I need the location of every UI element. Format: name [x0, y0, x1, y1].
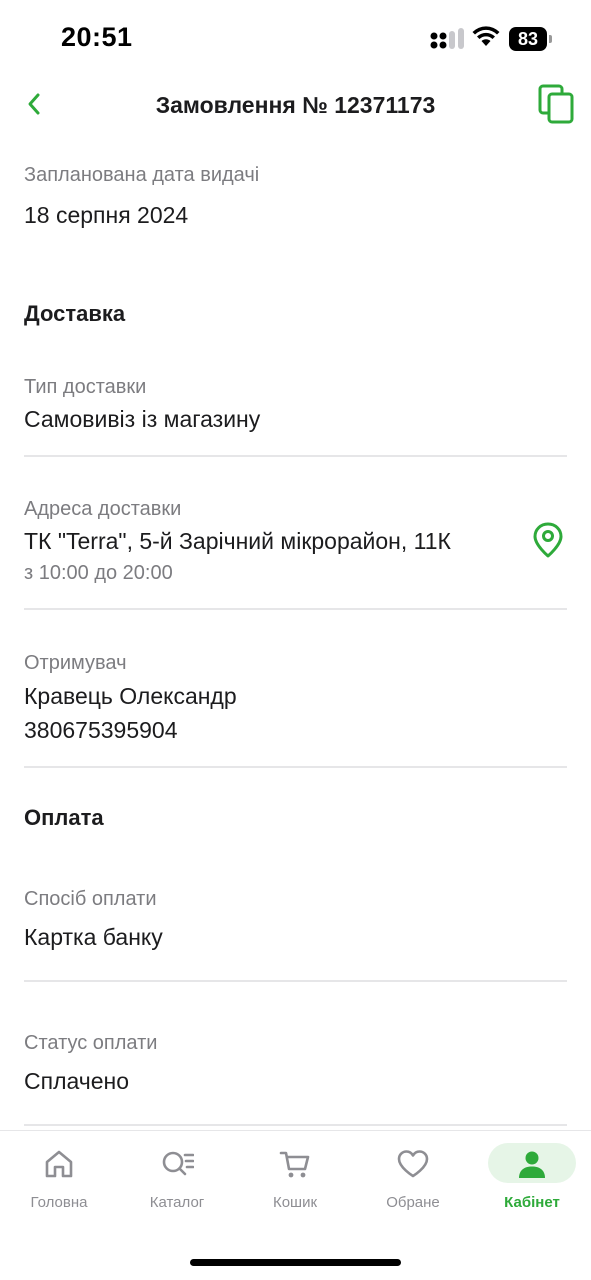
- nav-label-catalog: Каталог: [149, 1194, 205, 1211]
- divider: [24, 1124, 567, 1126]
- delivery-type-value: Самовивіз із магазину: [24, 406, 261, 432]
- pickup-date-value: 18 серпня 2024: [24, 202, 189, 228]
- catalog-search-icon: [160, 1147, 194, 1181]
- delivery-address-label: Адреса доставки: [24, 498, 182, 520]
- map-pin-icon[interactable]: [532, 522, 564, 558]
- battery-cap: [549, 35, 552, 43]
- divider: [24, 608, 567, 610]
- user-icon: [515, 1147, 549, 1181]
- divider: [24, 980, 567, 982]
- heart-icon: [396, 1147, 430, 1181]
- home-icon: [42, 1147, 76, 1181]
- page-title: Замовлення № 12371173: [155, 92, 436, 118]
- bottom-navigation: Головна Каталог Кошик Обране Кабінет: [0, 1130, 591, 1280]
- header: Замовлення № 12371173: [0, 78, 591, 134]
- nav-item-cart[interactable]: Кошик: [245, 1143, 345, 1223]
- delivery-address-value: ТК "Terra", 5-й Зарічний мікрорайон, 11К: [24, 528, 451, 554]
- nav-label-cart: Кошик: [272, 1194, 318, 1211]
- divider: [24, 455, 567, 457]
- delivery-address-hours: з 10:00 до 20:00: [24, 562, 173, 584]
- home-indicator[interactable]: [190, 1259, 401, 1266]
- cart-icon: [278, 1147, 312, 1181]
- nav-item-cabinet[interactable]: Кабінет: [482, 1143, 582, 1223]
- payment-status-label: Статус оплати: [24, 1032, 158, 1054]
- recipient-name: Кравець Олександр: [24, 683, 237, 709]
- nav-item-favorites[interactable]: Обране: [363, 1143, 463, 1223]
- battery-level: 83: [517, 29, 539, 49]
- payment-method-value: Картка банку: [24, 924, 163, 950]
- recipient-phone: 380675395904: [24, 717, 178, 743]
- delivery-section-title: Доставка: [24, 301, 126, 326]
- payment-method-label: Спосіб оплати: [24, 888, 157, 910]
- status-bar: 20:51 83: [0, 0, 591, 78]
- divider: [24, 766, 567, 768]
- payment-section-title: Оплата: [24, 805, 104, 830]
- nav-label-home: Головна: [30, 1194, 88, 1211]
- status-time: 20:51: [61, 22, 133, 52]
- pickup-date-label: Запланована дата видачі: [24, 164, 260, 186]
- cellular-signal-icon: [430, 28, 464, 49]
- copy-icon[interactable]: [538, 84, 576, 124]
- delivery-type-label: Тип доставки: [24, 376, 147, 398]
- chevron-left-icon: [28, 93, 40, 115]
- wifi-icon: [472, 26, 500, 46]
- nav-item-catalog[interactable]: Каталог: [127, 1143, 227, 1223]
- recipient-label: Отримувач: [24, 652, 127, 674]
- nav-item-home[interactable]: Головна: [9, 1143, 109, 1223]
- battery-indicator: 83: [509, 27, 553, 51]
- nav-label-cabinet: Кабінет: [504, 1194, 560, 1211]
- nav-label-favorites: Обране: [386, 1194, 440, 1211]
- payment-status-value: Сплачено: [24, 1068, 130, 1094]
- back-button[interactable]: [18, 88, 50, 120]
